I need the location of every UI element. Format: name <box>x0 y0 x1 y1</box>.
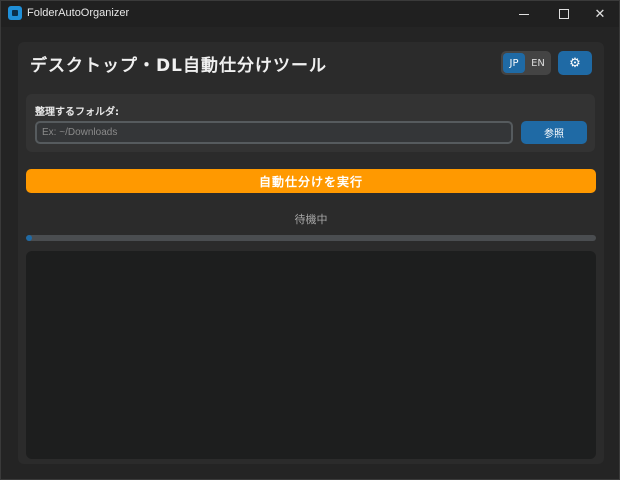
progress-fill <box>26 235 32 241</box>
browse-button[interactable]: 参照 <box>521 121 587 144</box>
minimize-button[interactable] <box>503 1 545 27</box>
lang-en-button[interactable]: EN <box>527 53 549 73</box>
title-bar[interactable]: FolderAutoOrganizer ✕ <box>1 1 619 27</box>
language-toggle: JP EN <box>501 51 551 75</box>
close-icon: ✕ <box>594 6 606 22</box>
lang-jp-button[interactable]: JP <box>503 53 525 73</box>
run-organize-button[interactable]: 自動仕分けを実行 <box>26 169 596 193</box>
close-button[interactable]: ✕ <box>579 1 620 27</box>
folder-label: 整理するフォルダ: <box>35 107 119 118</box>
app-window: FolderAutoOrganizer ✕ デスクトップ・DL自動仕分けツール … <box>0 0 620 480</box>
main-panel: デスクトップ・DL自動仕分けツール JP EN ⚙ 整理するフォルダ: 参照 自… <box>18 42 604 464</box>
app-folder-icon <box>8 6 22 20</box>
folder-section: 整理するフォルダ: 参照 <box>26 94 595 152</box>
page-title: デスクトップ・DL自動仕分けツール <box>30 56 327 76</box>
minimize-icon <box>519 13 529 15</box>
settings-button[interactable]: ⚙ <box>558 51 592 75</box>
maximize-icon <box>559 9 569 19</box>
progress-bar <box>26 235 596 241</box>
status-label: 待機中 <box>294 213 328 226</box>
window-title: FolderAutoOrganizer <box>27 7 130 19</box>
gear-icon: ⚙ <box>569 55 581 71</box>
folder-path-input[interactable] <box>35 121 513 144</box>
log-textbox[interactable] <box>26 251 596 459</box>
